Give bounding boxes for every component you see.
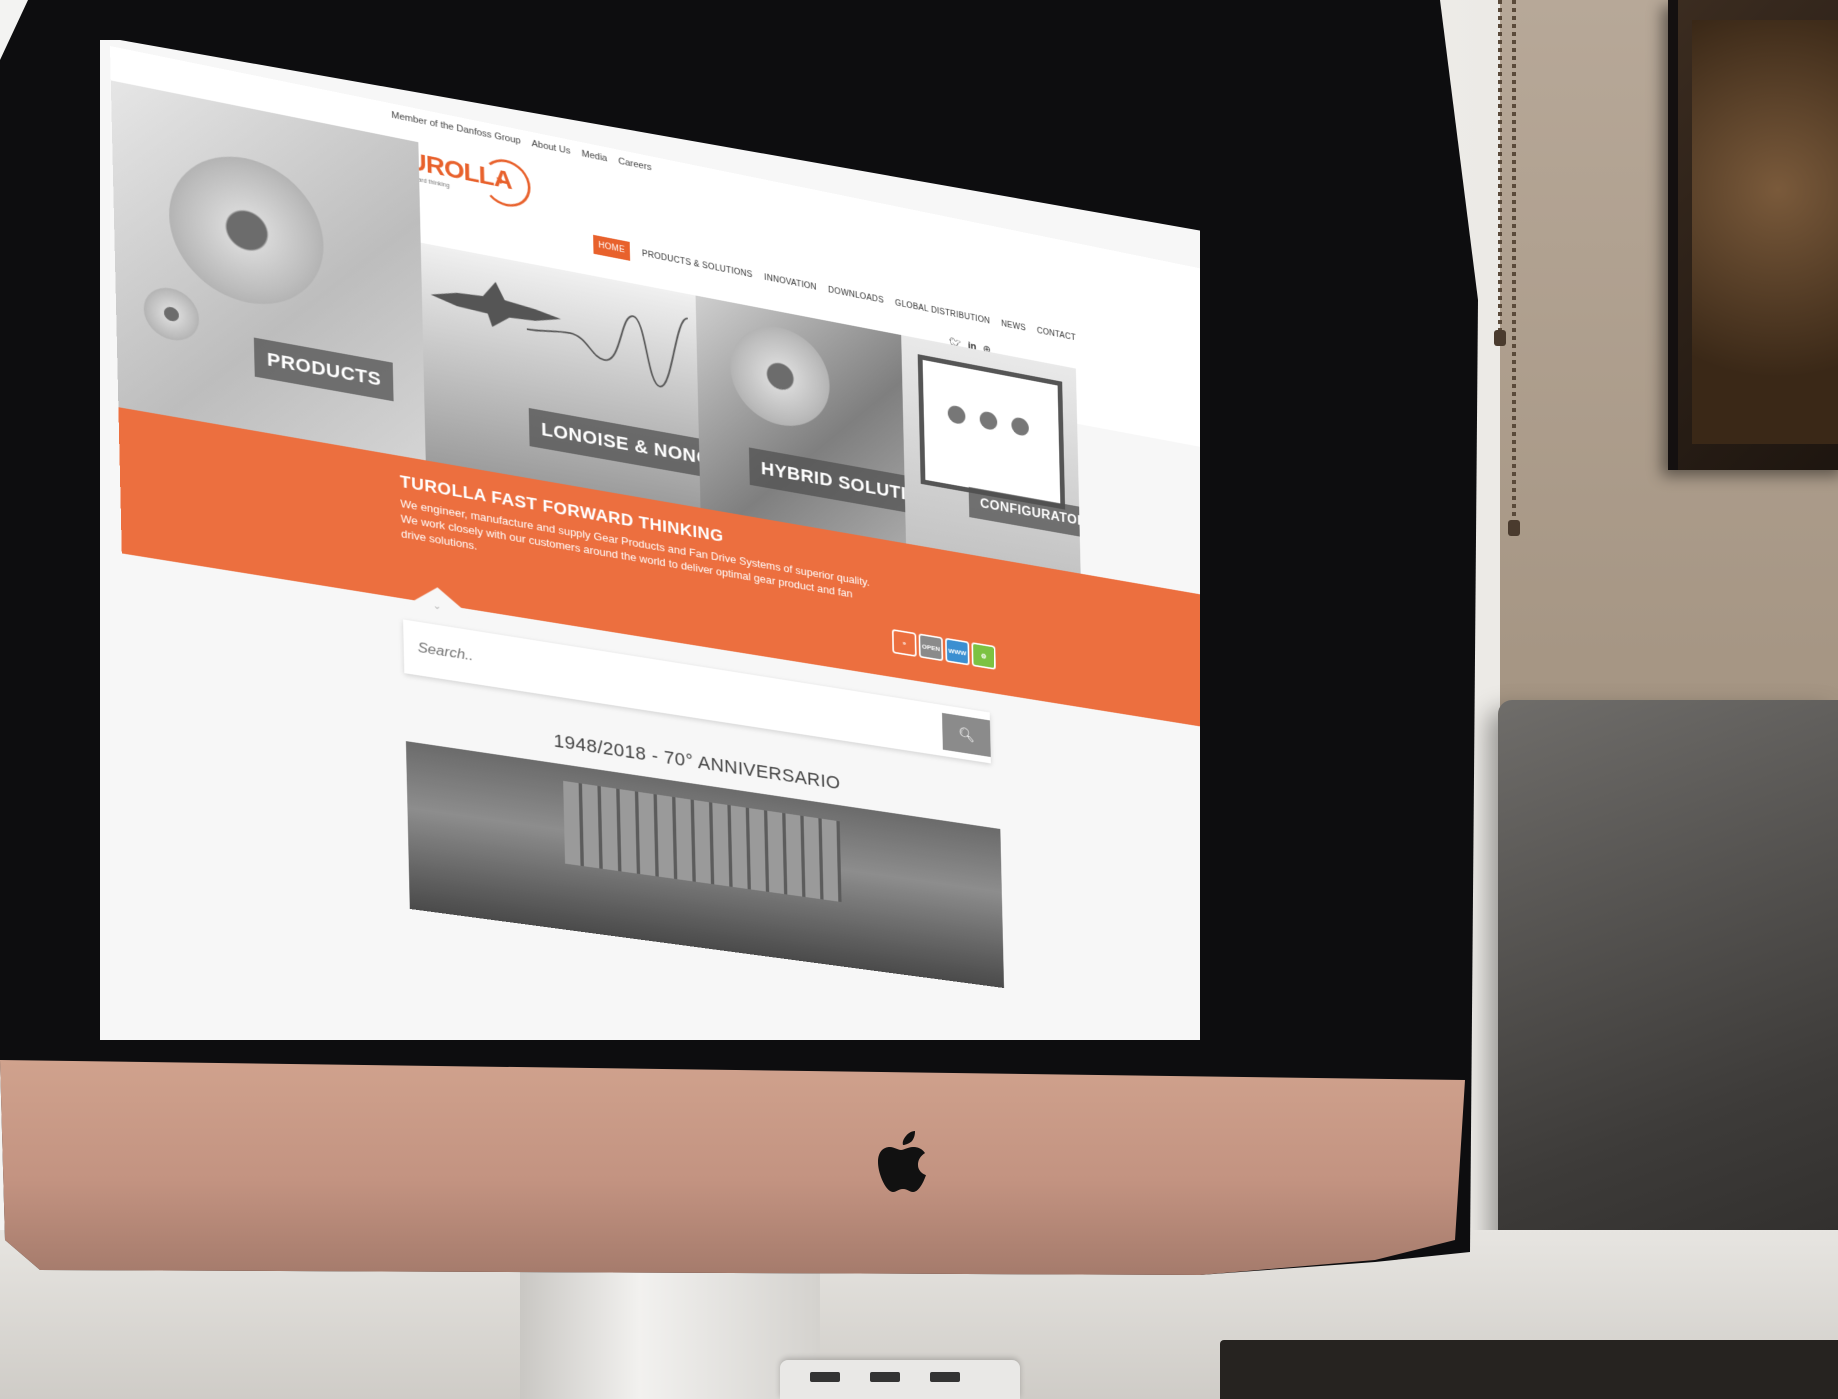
monitor-stand [520,1270,820,1399]
member-link[interactable]: Media [582,149,608,164]
blind-cord [1512,0,1516,530]
panel-label: HYBRID SOLUTIONS [748,447,907,522]
usb-hub [780,1360,1020,1399]
usb-port [870,1372,900,1382]
blind-cord-end [1508,520,1520,536]
gear-icon [979,410,998,432]
panel-products[interactable]: PRODUCTS [110,80,426,461]
apple-logo-icon [878,1131,926,1192]
laptop [1498,700,1838,1280]
search-icon: 🔍︎ [958,727,975,744]
sound-wave-icon [526,279,698,409]
picture-frame [1668,0,1838,470]
usb-port [930,1372,960,1382]
building-image [563,780,842,903]
member-link[interactable]: About Us [531,139,570,157]
chevron-down-icon[interactable]: ⌄ [432,599,441,612]
panel-configurator[interactable]: CONFIGURATOR [901,335,1081,574]
fast-forward-badge-icon[interactable]: » [891,628,917,657]
www-badge-icon[interactable]: WWW [945,637,970,666]
configurator-image [917,354,1066,510]
search-button[interactable]: 🔍︎ [942,712,991,758]
pump-image [167,142,326,317]
hybrid-image [729,318,831,434]
anniversary-photo [405,741,1005,989]
panel-label: PRODUCTS [253,337,395,402]
member-link[interactable]: Careers [618,156,651,173]
blind-cord-end [1494,330,1506,346]
pump-bolt [143,283,200,345]
panel-label: LONOISE & NONOISE [528,407,701,486]
panel-hybrid[interactable]: HYBRID SOLUTIONS [695,295,907,544]
painting [1692,20,1838,444]
gear-badge-icon[interactable]: ⚙ [971,642,996,670]
blind-cord [1498,0,1502,340]
book [1220,1340,1838,1399]
gear-icon [1011,416,1030,437]
gear-icon [947,404,966,426]
badge-group: » OPEN WWW ⚙ [891,628,996,670]
usb-port [810,1372,840,1382]
open-badge-icon[interactable]: OPEN [918,633,944,662]
monitor-chin [0,1060,1465,1275]
